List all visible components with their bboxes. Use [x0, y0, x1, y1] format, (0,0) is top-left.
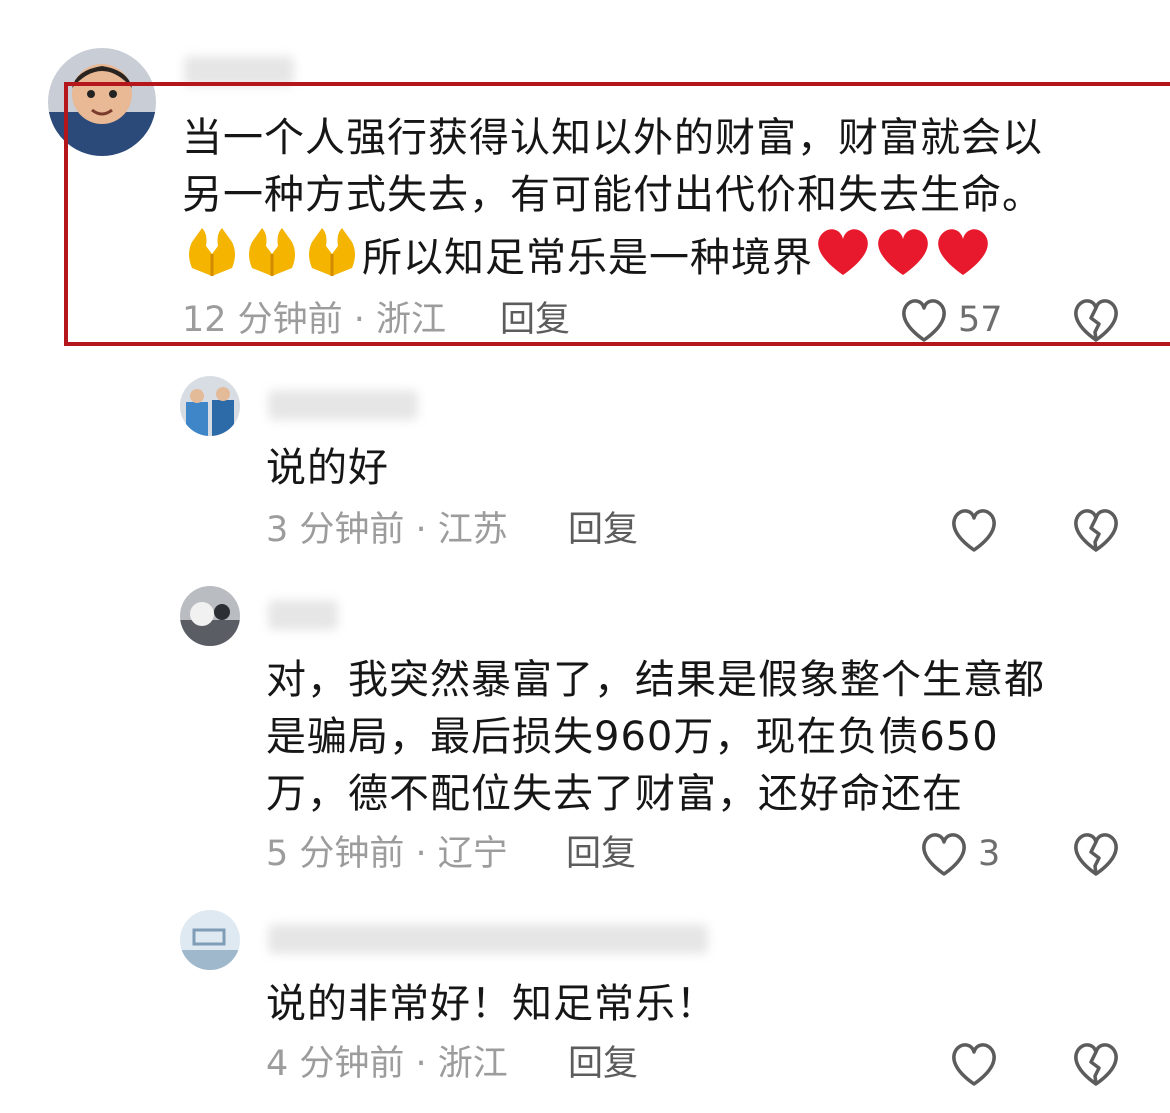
broken-heart-outline-icon[interactable]: [1070, 506, 1122, 554]
like-count: 57: [958, 300, 1003, 340]
avatar-comment-4[interactable]: [180, 910, 240, 970]
username-blurred[interactable]: [268, 390, 418, 420]
reply-button[interactable]: 回复: [500, 300, 570, 340]
like-count: 3: [978, 834, 1001, 874]
avatar-image: [180, 376, 240, 436]
heart-outline-icon[interactable]: [918, 830, 970, 878]
avatar-comment-2[interactable]: [180, 376, 240, 436]
folded-hands-icon: [182, 224, 242, 296]
username-blurred[interactable]: [268, 600, 338, 630]
reply-button[interactable]: 回复: [566, 834, 636, 874]
comment-meta-time-location: 5 分钟前 · 辽宁: [266, 834, 508, 874]
comment-meta-time-location: 4 分钟前 · 浙江: [266, 1044, 508, 1084]
folded-hands-icon: [242, 224, 302, 296]
comment-meta-time-location: 12 分钟前 · 浙江: [182, 300, 447, 340]
comment-text: 说的非常好！知足常乐！: [266, 981, 717, 1027]
username-blurred[interactable]: [268, 924, 708, 954]
red-heart-icon: [813, 225, 873, 295]
avatar-image: [180, 910, 240, 970]
avatar-image: [180, 586, 240, 646]
comment-text-line-3: 万，德不配位失去了财富，还好命还在: [266, 771, 963, 817]
heart-outline-icon[interactable]: [948, 506, 1000, 554]
heart-outline-icon[interactable]: [898, 296, 950, 344]
comment-meta-time-location: 3 分钟前 · 江苏: [266, 510, 508, 550]
comment-text-line-3-row: 所以知足常乐是一种境界: [182, 224, 993, 284]
comment-text-line-1: 当一个人强行获得认知以外的财富，财富就会以: [182, 115, 1043, 161]
folded-hands-icon: [302, 224, 362, 296]
reply-button[interactable]: 回复: [568, 1044, 638, 1084]
red-heart-icon: [873, 225, 933, 295]
broken-heart-outline-icon[interactable]: [1070, 296, 1122, 344]
red-heart-icon: [933, 225, 993, 295]
avatar-comment-3[interactable]: [180, 586, 240, 646]
heart-outline-icon[interactable]: [948, 1040, 1000, 1088]
broken-heart-outline-icon[interactable]: [1070, 830, 1122, 878]
comment-text-line-2: 另一种方式失去，有可能付出代价和失去生命。: [182, 172, 1043, 218]
comment-text-line-3: 所以知足常乐是一种境界: [362, 235, 813, 281]
reply-button[interactable]: 回复: [568, 510, 638, 550]
comment-text-line-2: 是骗局，最后损失960万，现在负债650: [266, 714, 999, 760]
comment-text: 说的好: [266, 445, 389, 491]
comment-text-line-1: 对，我突然暴富了，结果是假象整个生意都: [266, 657, 1045, 703]
broken-heart-outline-icon[interactable]: [1070, 1040, 1122, 1088]
